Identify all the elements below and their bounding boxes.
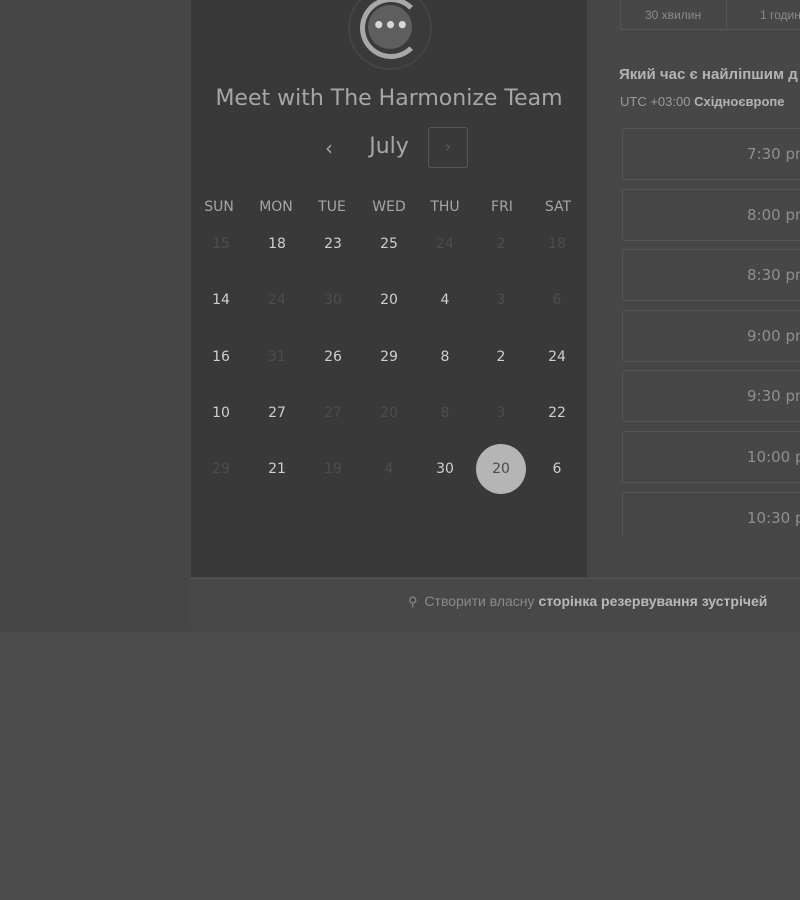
calendar-day[interactable]: 16 (196, 332, 246, 382)
calendar-day: 29 (212, 461, 230, 477)
sprocket-icon: ⚲ (408, 594, 418, 609)
time-slot-button[interactable]: 8:30 pm (622, 249, 800, 302)
calendar-day[interactable]: 22 (532, 388, 582, 438)
calendar-day: 24 (436, 236, 454, 252)
weekday-label: SUN (204, 199, 234, 215)
time-slot-label: 10:30 pm (747, 508, 800, 527)
times-question: Який час є найліпшим д (619, 66, 798, 83)
calendar-day-selected[interactable]: 20 (476, 444, 526, 494)
time-slot-button[interactable]: 10:30 pm (622, 491, 800, 536)
calendar-day[interactable]: 8 (420, 332, 470, 382)
create-booking-page-link[interactable]: ⚲ Створити власну сторінка резервування … (408, 593, 767, 610)
duration-tab-divider (726, 0, 727, 30)
calendar-day[interactable]: 26 (308, 332, 358, 382)
weekday-label: WED (372, 199, 406, 215)
calendar-day: 6 (552, 292, 562, 308)
time-slot-label: 8:00 pm (747, 205, 800, 224)
calendar-day: 27 (324, 405, 342, 421)
time-slot-button[interactable]: 7:30 pm (622, 128, 800, 180)
calendar-day[interactable]: 4 (420, 275, 470, 325)
meeting-title: Meet with The Harmonize Team (215, 86, 563, 111)
calendar-day: 24 (268, 292, 286, 308)
tab-1-hour[interactable]: 1 годин (760, 8, 800, 22)
calendar-day[interactable]: 30 (420, 444, 470, 494)
calendar-day[interactable]: 18 (252, 219, 302, 269)
timezone-name: Східноєвропе (694, 94, 785, 109)
calendar-day[interactable]: 21 (252, 444, 302, 494)
time-slot-label: 8:30 pm (747, 266, 800, 285)
calendar-day: 15 (212, 236, 230, 252)
time-slot-label: 10:00 pm (747, 448, 800, 466)
time-slot-button[interactable]: 9:00 pm (622, 309, 800, 362)
timezone-offset: UTC +03:00 (620, 94, 691, 109)
ellipsis-icon: ••• (372, 13, 408, 37)
month-label: July (369, 134, 409, 159)
calendar-day[interactable]: 10 (196, 388, 246, 438)
calendar-day: 20 (380, 405, 398, 421)
weekday-label: FRI (491, 199, 513, 215)
calendar-day[interactable]: 29 (364, 332, 414, 382)
calendar-day[interactable]: 24 (532, 332, 582, 382)
time-slot-button[interactable]: 10:00 pm (622, 431, 800, 483)
tab-30-minutes[interactable]: 30 хвилин (645, 8, 701, 22)
calendar-day[interactable]: 2 (476, 332, 526, 382)
time-slot-label: 9:30 pm (747, 387, 800, 406)
time-slot-button[interactable]: 9:30 pm (622, 370, 800, 423)
time-slot-label: 9:00 pm (747, 326, 800, 345)
footer-prefix: Створити власну (424, 593, 535, 609)
calendar-day: 3 (496, 405, 506, 421)
calendar-day[interactable]: 27 (252, 388, 302, 438)
weekday-label: THU (430, 199, 460, 215)
calendar-day: 3 (496, 292, 506, 308)
calendar-day: 8 (440, 405, 450, 421)
weekday-label: SAT (544, 199, 572, 215)
calendar-day[interactable]: 14 (196, 275, 246, 325)
time-slot-list: 7:30 pm 8:00 pm 8:30 pm 9:00 pm 9:30 pm 10:00… (600, 120, 800, 536)
time-slot-button[interactable]: 8:00 pm (622, 188, 800, 241)
weekday-label: TUE (318, 199, 346, 215)
calendar-day[interactable]: 20 (364, 275, 414, 325)
calendar-day[interactable]: 6 (532, 444, 582, 494)
calendar-day[interactable]: 25 (364, 219, 414, 269)
calendar-day[interactable]: 23 (308, 219, 358, 269)
calendar-day: 18 (548, 236, 566, 252)
chevron-left-icon[interactable]: ‹ (318, 135, 340, 161)
booking-page: ••• Meet with The Harmonize Team ‹ July … (0, 0, 800, 900)
chevron-right-icon[interactable]: › (428, 127, 468, 168)
calendar-day: 30 (324, 292, 342, 308)
weekday-label: MON (259, 199, 293, 215)
calendar-day: 19 (324, 461, 342, 477)
timezone-selector[interactable]: UTC +03:00 Східноєвропе (620, 94, 785, 109)
calendar-day: 31 (268, 349, 286, 365)
footer-bold: сторінка резервування зустрічей (538, 593, 768, 609)
calendar-day: 2 (496, 236, 506, 252)
time-slot-label: 7:30 pm (747, 145, 800, 163)
calendar-day: 4 (384, 461, 394, 477)
